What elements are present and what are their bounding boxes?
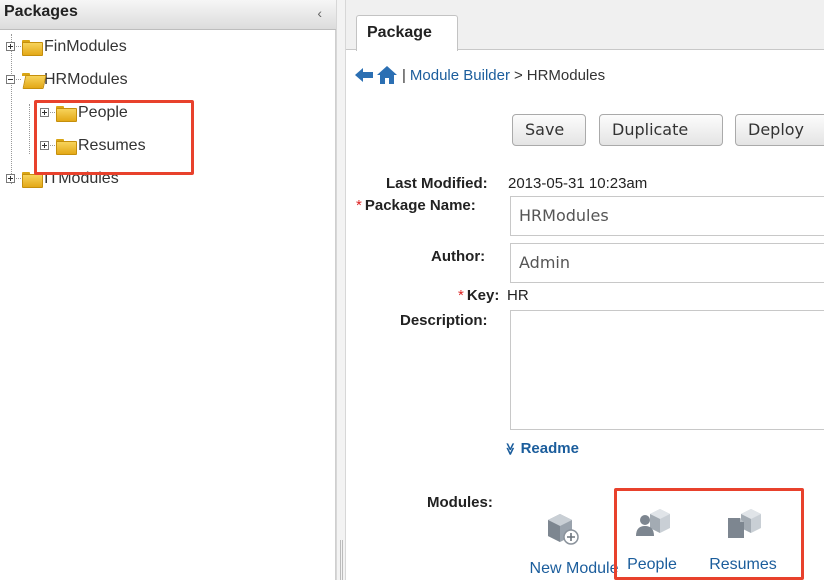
module-label[interactable]: New Module [530, 560, 619, 578]
tab-package[interactable]: Package [356, 15, 458, 51]
key-value: HR [507, 287, 529, 304]
tree-item-itmodules[interactable]: ITModules [6, 162, 119, 195]
new-module-icon[interactable] [544, 510, 580, 546]
expand-icon[interactable] [40, 108, 49, 117]
breadcrumb-separator: | [402, 66, 406, 84]
required-marker: * [356, 197, 362, 214]
double-chevron-down-icon: ≫ [503, 442, 518, 456]
packages-panel: Packages ‹ FinModules HRModules People R… [0, 0, 336, 580]
tree-item-label[interactable]: HRModules [44, 71, 128, 89]
tree-item-people[interactable]: People [40, 96, 128, 129]
expand-icon[interactable] [6, 42, 15, 51]
breadcrumb-arrow: > [513, 66, 523, 84]
document-module-icon[interactable] [725, 506, 761, 542]
breadcrumb-current: HRModules [526, 66, 606, 84]
folder-icon [22, 39, 43, 56]
package-name-label: * Package Name: [356, 197, 476, 214]
home-icon[interactable] [376, 65, 398, 85]
modules-label: Modules: [427, 494, 493, 511]
packages-panel-title: Packages [4, 3, 78, 20]
expand-icon[interactable] [40, 141, 49, 150]
packages-panel-header: Packages ‹ [0, 0, 336, 30]
folder-icon [22, 171, 43, 188]
tree-item-resumes[interactable]: Resumes [40, 129, 146, 162]
tree-item-finmodules[interactable]: FinModules [6, 30, 127, 63]
new-module-button[interactable]: New Module [512, 510, 618, 578]
back-arrow-icon[interactable] [354, 66, 374, 84]
author-input[interactable]: Admin [510, 243, 824, 283]
splitter-grip[interactable] [340, 540, 343, 580]
tree-item-label[interactable]: ITModules [44, 170, 119, 188]
package-detail-panel: Package | Module Builder > HRModules Sav… [346, 0, 824, 580]
package-name-input[interactable]: HRModules [510, 196, 824, 236]
collapse-panel-icon[interactable]: ‹ [317, 5, 322, 21]
tree-item-label[interactable]: People [78, 104, 128, 122]
tree-item-label[interactable]: Resumes [78, 137, 146, 155]
save-button[interactable]: Save [512, 114, 586, 146]
module-label[interactable]: Resumes [709, 556, 777, 574]
tree-item-hrmodules[interactable]: HRModules [6, 63, 128, 96]
collapse-icon[interactable] [6, 75, 15, 84]
panel-splitter[interactable] [336, 0, 346, 580]
open-folder-icon [22, 72, 41, 87]
module-label[interactable]: People [627, 556, 677, 574]
tree-item-label[interactable]: FinModules [44, 38, 127, 56]
folder-icon [56, 138, 77, 155]
description-label: Description: [400, 312, 488, 329]
readme-toggle[interactable]: ≫ Readme [503, 440, 579, 457]
tab-strip: Package [346, 0, 824, 51]
breadcrumb-link-module-builder[interactable]: Module Builder [410, 67, 510, 84]
module-people[interactable]: People [620, 500, 684, 574]
key-label: * Key: [458, 287, 500, 304]
module-resumes[interactable]: Resumes [701, 500, 785, 574]
deploy-button[interactable]: Deploy [735, 114, 824, 146]
required-marker: * [458, 287, 464, 304]
duplicate-button[interactable]: Duplicate [599, 114, 723, 146]
description-textarea[interactable] [510, 310, 824, 430]
folder-icon [56, 105, 77, 122]
person-module-icon[interactable] [634, 506, 670, 542]
author-label: Author: [431, 248, 486, 265]
expand-icon[interactable] [6, 174, 15, 183]
breadcrumb: | Module Builder > HRModules [354, 62, 605, 88]
last-modified-label: Last Modified: [386, 175, 488, 192]
last-modified-value: 2013-05-31 10:23am [508, 175, 648, 192]
